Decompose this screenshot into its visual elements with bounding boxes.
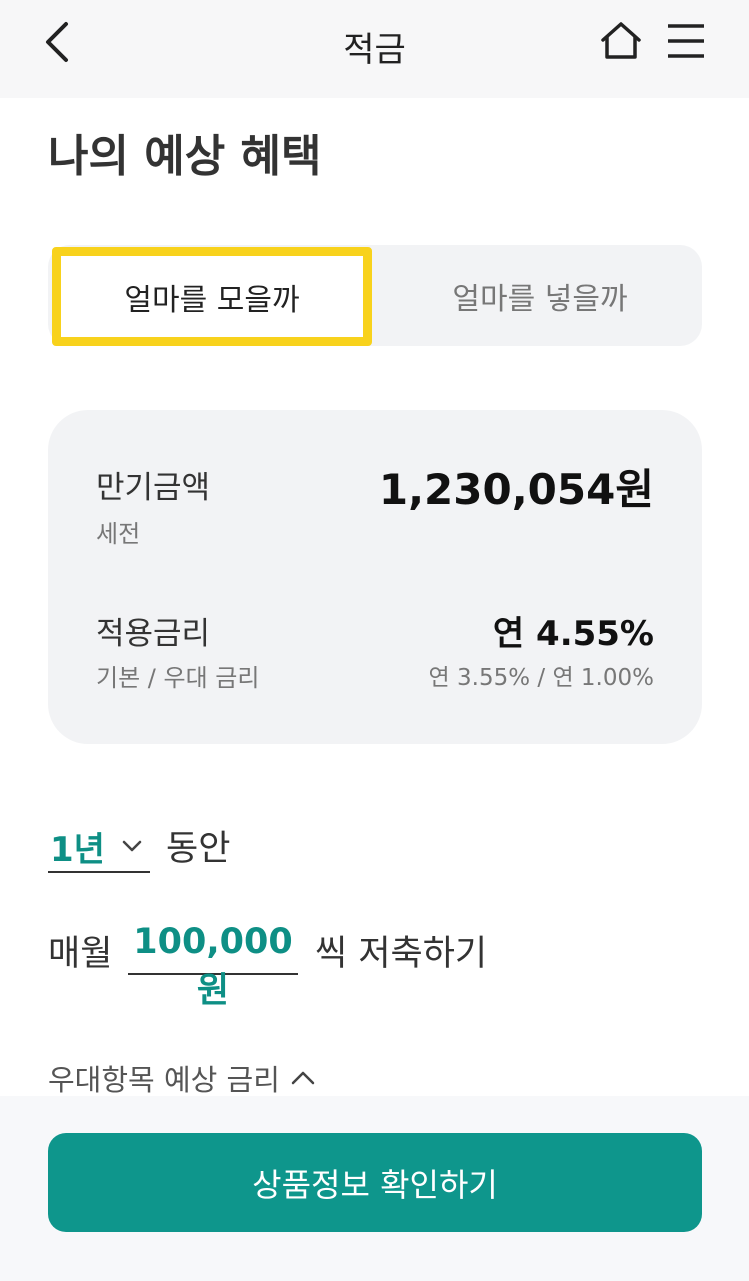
expected-benefit-card: 만기금액 세전 1,230,054원 적용금리 기본 / 우대 금리 연 4.5… (48, 410, 702, 744)
calculation-mode-tabs: 얼마를 모을까 얼마를 넣을까 (48, 245, 702, 346)
home-button[interactable] (600, 20, 642, 62)
home-icon (601, 22, 641, 59)
period-select[interactable]: 1년 (48, 820, 150, 873)
applied-rate-value: 연 4.55% (492, 614, 654, 654)
bottom-action-bar: 상품정보 확인하기 (0, 1096, 749, 1281)
product-info-button[interactable]: 상품정보 확인하기 (48, 1133, 702, 1232)
maturity-amount-label: 만기금액 (96, 470, 211, 506)
chevron-down-icon (122, 840, 142, 852)
menu-icon (668, 24, 704, 58)
tab-how-much-to-save[interactable]: 얼마를 모을까 (52, 247, 372, 346)
monthly-amount-input[interactable]: 100,000원 (128, 922, 298, 1011)
preferential-rate-label: 우대항목 예상 금리 (48, 1063, 280, 1097)
preferential-rate-toggle[interactable]: 우대항목 예상 금리 (48, 1058, 316, 1098)
tab-how-much-to-deposit[interactable]: 얼마를 넣을까 (378, 245, 702, 346)
savings-calculator-screen: 적금 나의 예상 혜택 얼마를 모을까 얼마를 넣을까 만기금액 세전 1,23… (0, 0, 749, 1281)
monthly-prefix: 매월 (48, 934, 113, 974)
app-header: 적금 (0, 0, 749, 98)
menu-button[interactable] (666, 22, 706, 60)
applied-rate-sublabel: 기본 / 우대 금리 (96, 664, 260, 692)
period-value: 1년 (50, 830, 105, 870)
maturity-amount-value: 1,230,054원 (378, 465, 654, 514)
page-title: 나의 예상 혜택 (48, 131, 322, 182)
period-suffix: 동안 (166, 829, 231, 869)
maturity-amount-sublabel: 세전 (96, 520, 141, 548)
monthly-suffix: 씩 저축하기 (315, 934, 488, 974)
applied-rate-label: 적용금리 (96, 616, 211, 652)
chevron-up-icon (291, 1071, 315, 1085)
applied-rate-breakdown: 연 3.55% / 연 1.00% (428, 665, 654, 691)
